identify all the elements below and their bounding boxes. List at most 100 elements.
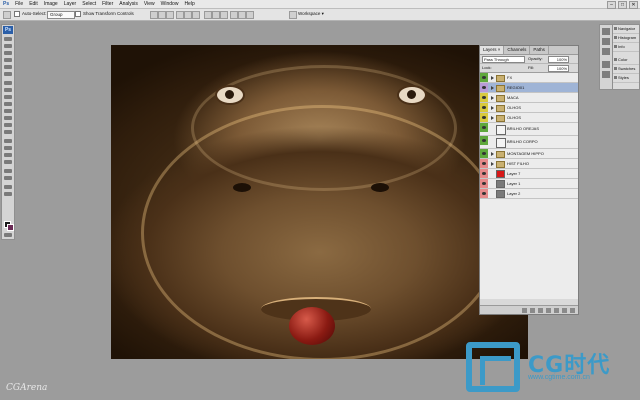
layer-row[interactable]: Layer 7 (480, 169, 578, 179)
align-hcenter-icon[interactable] (184, 11, 192, 19)
move-tool-preset-icon[interactable] (3, 11, 11, 19)
path-select-tool-icon[interactable] (4, 153, 12, 157)
layer-thumbnail[interactable] (496, 125, 506, 135)
auto-select-checkbox[interactable] (14, 11, 20, 17)
type-tool-icon[interactable] (4, 146, 12, 150)
distribute-top-icon[interactable] (204, 11, 212, 19)
expand-triangle-icon[interactable] (491, 106, 494, 110)
quick-mask-icon[interactable] (4, 233, 12, 237)
visibility-eye-icon[interactable] (480, 189, 488, 198)
expand-triangle-icon[interactable] (491, 96, 494, 100)
pen-tool-icon[interactable] (4, 139, 12, 143)
auto-select-dropdown[interactable]: Group (47, 11, 75, 19)
menu-edit[interactable]: Edit (26, 0, 41, 8)
visibility-eye-icon[interactable] (480, 123, 488, 132)
layer-row[interactable]: BRILHO OREJAS (480, 123, 578, 136)
expand-triangle-icon[interactable] (491, 162, 494, 166)
background-color-swatch[interactable] (7, 224, 14, 231)
marquee-tool-icon[interactable] (4, 44, 12, 48)
zoom-tool-icon[interactable] (4, 192, 12, 196)
quick-select-tool-icon[interactable] (4, 58, 12, 62)
distribute-left-icon[interactable] (230, 11, 238, 19)
minimize-button[interactable]: – (607, 1, 616, 9)
adjustment-layer-icon[interactable] (546, 308, 551, 313)
dodge-tool-icon[interactable] (4, 130, 12, 134)
expand-triangle-icon[interactable] (491, 76, 494, 80)
3d-rotate-tool-icon[interactable] (4, 169, 12, 173)
workspace-icon[interactable] (289, 11, 297, 19)
blur-tool-icon[interactable] (4, 123, 12, 127)
menu-select[interactable]: Select (79, 0, 99, 8)
fill-field[interactable]: 100% (548, 65, 569, 72)
dock-info[interactable]: Info (613, 43, 639, 52)
lasso-tool-icon[interactable] (4, 51, 12, 55)
visibility-eye-icon[interactable] (480, 103, 488, 112)
hand-tool-icon[interactable] (4, 185, 12, 189)
tab-paths[interactable]: Paths (530, 46, 549, 54)
visibility-eye-icon[interactable] (480, 113, 488, 122)
visibility-eye-icon[interactable] (480, 179, 488, 188)
visibility-eye-icon[interactable] (480, 169, 488, 178)
layer-row[interactable]: HIST FILHO (480, 159, 578, 169)
healing-brush-tool-icon[interactable] (4, 81, 12, 85)
menu-window[interactable]: Window (158, 0, 182, 8)
menu-help[interactable]: Help (181, 0, 197, 8)
history-brush-tool-icon[interactable] (4, 102, 12, 106)
clone-stamp-tool-icon[interactable] (4, 95, 12, 99)
visibility-eye-icon[interactable] (480, 136, 488, 145)
menu-view[interactable]: View (141, 0, 158, 8)
maximize-button[interactable]: □ (618, 1, 627, 9)
layer-row[interactable]: REGIO01 (480, 83, 578, 93)
workspace-dropdown[interactable]: Workspace ▾ (298, 11, 324, 17)
dock-navigator[interactable]: Navigator (613, 25, 639, 34)
eyedropper-tool-icon[interactable] (4, 72, 12, 76)
distribute-hcenter-icon[interactable] (238, 11, 246, 19)
visibility-eye-icon[interactable] (480, 73, 488, 82)
align-left-icon[interactable] (176, 11, 184, 19)
transform-controls-checkbox[interactable] (75, 11, 81, 17)
menu-image[interactable]: Image (41, 0, 61, 8)
new-layer-icon[interactable] (562, 308, 567, 313)
eraser-tool-icon[interactable] (4, 109, 12, 113)
add-mask-icon[interactable] (538, 308, 543, 313)
trash-icon[interactable] (570, 308, 575, 313)
move-tool-icon[interactable] (4, 37, 12, 41)
clone-source-icon[interactable] (602, 48, 610, 55)
expand-triangle-icon[interactable] (491, 116, 494, 120)
crop-tool-icon[interactable] (4, 65, 12, 69)
distribute-right-icon[interactable] (246, 11, 254, 19)
layer-row[interactable]: Layer 2 (480, 189, 578, 199)
layer-row[interactable]: MONTAGEM HIPPO (480, 149, 578, 159)
new-group-icon[interactable] (554, 308, 559, 313)
menu-analysis[interactable]: Analysis (116, 0, 141, 8)
align-top-icon[interactable] (150, 11, 158, 19)
align-right-icon[interactable] (192, 11, 200, 19)
blend-mode-select[interactable]: Pass Through (482, 56, 525, 63)
layer-row[interactable]: OLHOS (480, 103, 578, 113)
menu-filter[interactable]: Filter (99, 0, 116, 8)
tab-channels[interactable]: Channels (504, 46, 531, 54)
history-icon[interactable] (602, 71, 610, 78)
visibility-eye-icon[interactable] (480, 83, 488, 92)
dock-histogram[interactable]: Histogram (613, 34, 639, 43)
layer-row[interactable]: BRILHO CORPO (480, 136, 578, 149)
menu-file[interactable]: File (12, 0, 26, 8)
layer-row[interactable]: MACA (480, 93, 578, 103)
visibility-eye-icon[interactable] (480, 159, 488, 168)
link-layers-icon[interactable] (522, 308, 527, 313)
dock-color[interactable]: Color (613, 56, 639, 65)
auto-select-option[interactable]: Auto-Select: (14, 11, 47, 17)
shape-tool-icon[interactable] (4, 160, 12, 164)
layer-thumbnail[interactable] (496, 180, 505, 188)
close-button[interactable]: ✕ (629, 1, 638, 9)
ps-menu-logo[interactable]: Ps (0, 0, 12, 8)
3d-orbit-tool-icon[interactable] (4, 176, 12, 180)
document-canvas[interactable] (111, 45, 528, 359)
layer-row[interactable]: Layer 1 (480, 179, 578, 189)
distribute-vcenter-icon[interactable] (212, 11, 220, 19)
dock-swatches[interactable]: Swatches (613, 65, 639, 74)
dock-styles[interactable]: Styles (613, 74, 639, 83)
align-vcenter-icon[interactable] (158, 11, 166, 19)
layer-thumbnail[interactable] (496, 138, 506, 148)
layer-thumbnail[interactable] (496, 170, 505, 178)
